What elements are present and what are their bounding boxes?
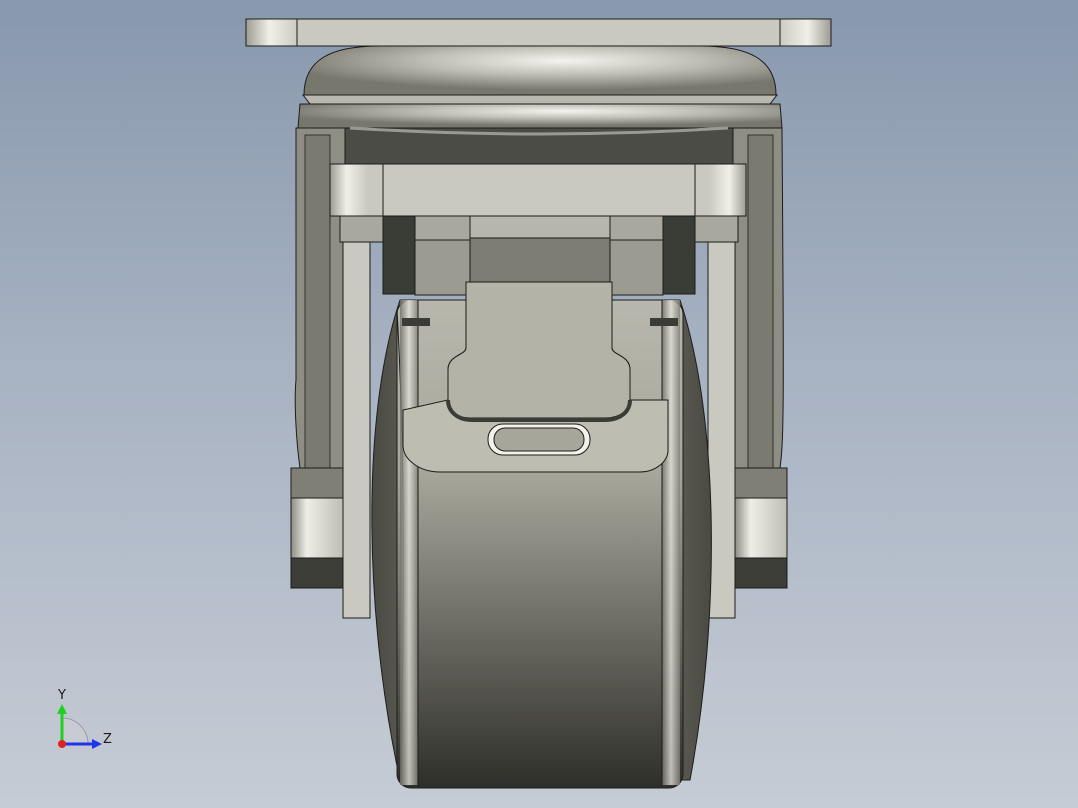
axis-z-label: Z: [103, 732, 112, 747]
graphics-viewport[interactable]: Y Z: [0, 0, 1078, 808]
mounting-plate[interactable]: [245, 18, 832, 47]
swivel-housing[interactable]: [297, 45, 783, 129]
axis-y-label: Y: [58, 688, 66, 703]
coordinate-triad: [57, 704, 102, 749]
caster-model[interactable]: [0, 0, 1078, 808]
